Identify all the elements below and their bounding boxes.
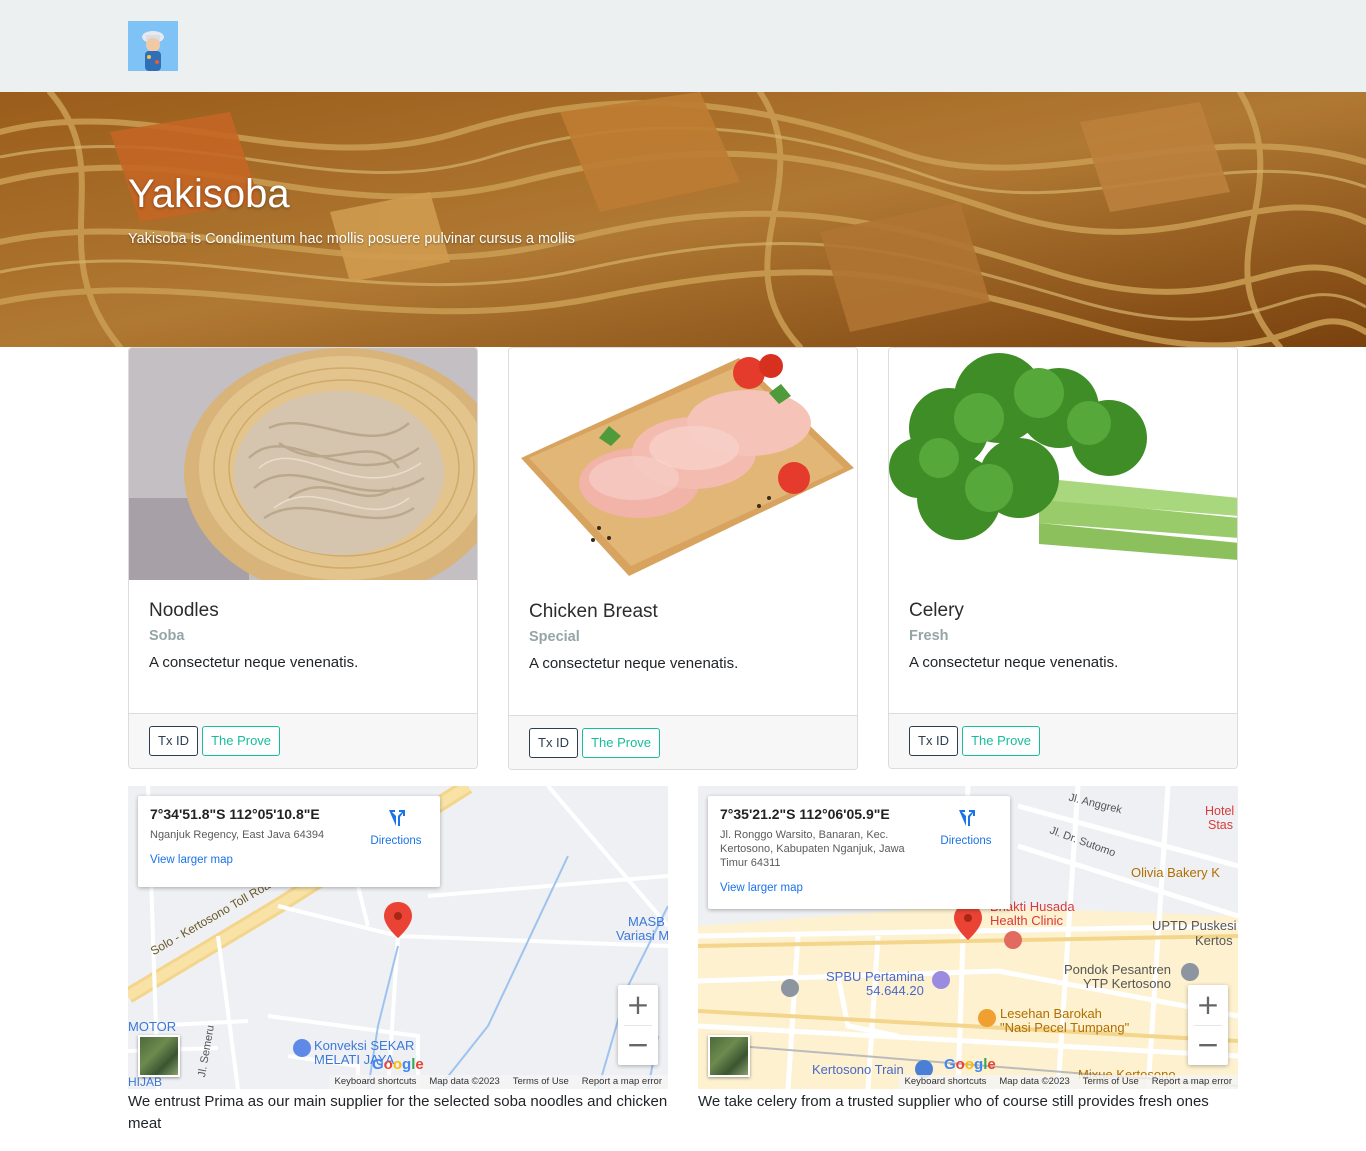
directions-label: Directions bbox=[370, 835, 422, 847]
map-poi-label: Pondok Pesantren bbox=[1064, 962, 1171, 977]
map-poi-label: Kertos bbox=[1195, 933, 1233, 948]
satellite-toggle[interactable] bbox=[708, 1035, 750, 1077]
map-poi-label: Variasi M bbox=[616, 928, 668, 943]
tx-id-button[interactable]: Tx ID bbox=[529, 728, 579, 758]
hero-subtitle: Yakisoba is Condimentum hac mollis posue… bbox=[128, 231, 576, 247]
card-body: Celery Fresh A consectetur neque venenat… bbox=[889, 580, 1237, 713]
map-data-label: Map data ©2023 bbox=[429, 1076, 500, 1087]
map-poi-label: YTP Kertosono bbox=[1083, 976, 1171, 991]
map-attribution-bar: Keyboard shortcuts Map data ©2023 Terms … bbox=[898, 1075, 1238, 1089]
map-poi-label: HIJAB bbox=[128, 1075, 163, 1089]
map-info-card: 7°34'51.8"S 112°05'10.8"E Nganjuk Regenc… bbox=[138, 796, 440, 887]
card-subtitle: Special bbox=[529, 629, 580, 645]
zoom-control: + − bbox=[618, 985, 658, 1065]
card-footer: Tx ID The Prove bbox=[129, 713, 477, 768]
map-caption-1: We entrust Prima as our main supplier fo… bbox=[128, 1093, 668, 1132]
map-embed-1[interactable]: Solo - Kertosono Toll Road MASB Variasi … bbox=[128, 786, 668, 1089]
ingredient-card-noodles: Noodles Soba A consectetur neque venenat… bbox=[128, 347, 478, 769]
card-text: A consectetur neque venenatis. bbox=[149, 654, 359, 671]
map-poi-label: Olivia Bakery K bbox=[1131, 865, 1220, 880]
map-poi-label: "Nasi Pecel Tumpang" bbox=[1000, 1020, 1130, 1035]
map-embed-2[interactable]: Jl. Anggrek Jl. Dr. Sutomo Hotel Stas Ol… bbox=[698, 786, 1238, 1089]
map-poi-label: Konveksi SEKAR bbox=[314, 1038, 415, 1053]
view-larger-map-link[interactable]: View larger map bbox=[720, 882, 998, 894]
map-poi-label: Health Clinic bbox=[990, 913, 1063, 928]
chicken-breast-image bbox=[509, 348, 857, 581]
card-subtitle: Fresh bbox=[909, 628, 949, 644]
the-prove-button[interactable]: The Prove bbox=[582, 728, 661, 758]
brand-avatar[interactable] bbox=[128, 21, 178, 71]
directions-label: Directions bbox=[940, 835, 992, 847]
hero-food-image bbox=[0, 92, 1366, 347]
tx-id-button[interactable]: Tx ID bbox=[149, 726, 199, 756]
map-info-card: 7°35'21.2"S 112°06'05.9"E Jl. Ronggo War… bbox=[708, 796, 1010, 909]
report-error-link[interactable]: Report a map error bbox=[1152, 1076, 1232, 1088]
satellite-toggle[interactable] bbox=[138, 1035, 180, 1077]
card-text: A consectetur neque venenatis. bbox=[529, 655, 739, 672]
celery-image bbox=[889, 348, 1237, 580]
navbar bbox=[0, 0, 1366, 92]
card-title: Noodles bbox=[149, 600, 219, 621]
noodles-image bbox=[129, 348, 477, 580]
map-poi-label: Kertosono Train bbox=[812, 1062, 904, 1077]
map-poi-label: Lesehan Barokah bbox=[1000, 1006, 1102, 1021]
map-poi-label: MASB bbox=[628, 914, 665, 929]
ingredient-card-chicken-breast: Chicken Breast Special A consectetur neq… bbox=[508, 347, 858, 770]
map-poi-label: SPBU Pertamina bbox=[826, 969, 925, 984]
directions-icon bbox=[959, 810, 975, 826]
google-logo: Google bbox=[944, 1056, 996, 1073]
terms-link[interactable]: Terms of Use bbox=[513, 1076, 569, 1088]
google-logo: Google bbox=[372, 1056, 424, 1073]
keyboard-shortcuts-link[interactable]: Keyboard shortcuts bbox=[905, 1076, 987, 1088]
card-title: Chicken Breast bbox=[529, 601, 658, 622]
card-footer: Tx ID The Prove bbox=[889, 713, 1237, 768]
card-subtitle: Soba bbox=[149, 628, 185, 644]
map-data-label: Map data ©2023 bbox=[999, 1076, 1070, 1087]
zoom-out-button[interactable]: − bbox=[618, 1025, 658, 1065]
map-address: Jl. Ronggo Warsito, Banaran, Kec. Kertos… bbox=[720, 829, 905, 869]
hero-banner: Yakisoba Yakisoba is Condimentum hac mol… bbox=[0, 92, 1366, 347]
map-attribution-bar: Keyboard shortcuts Map data ©2023 Terms … bbox=[328, 1075, 668, 1089]
the-prove-button[interactable]: The Prove bbox=[962, 726, 1041, 756]
directions-button[interactable]: Directions bbox=[366, 806, 426, 847]
card-footer: Tx ID The Prove bbox=[509, 715, 857, 769]
terms-link[interactable]: Terms of Use bbox=[1083, 1076, 1139, 1088]
keyboard-shortcuts-link[interactable]: Keyboard shortcuts bbox=[335, 1076, 417, 1088]
map-poi-label: Stas bbox=[1208, 818, 1234, 832]
tx-id-button[interactable]: Tx ID bbox=[909, 726, 959, 756]
card-body: Chicken Breast Special A consectetur neq… bbox=[509, 581, 857, 715]
zoom-in-button[interactable]: + bbox=[1188, 985, 1228, 1025]
the-prove-button[interactable]: The Prove bbox=[202, 726, 281, 756]
map-poi-label: MOTOR bbox=[128, 1019, 177, 1034]
card-text: A consectetur neque venenatis. bbox=[909, 654, 1119, 671]
zoom-control: + − bbox=[1188, 985, 1228, 1065]
zoom-in-button[interactable]: + bbox=[618, 985, 658, 1025]
ingredient-card-celery: Celery Fresh A consectetur neque venenat… bbox=[888, 347, 1238, 769]
card-title: Celery bbox=[909, 600, 964, 621]
directions-icon bbox=[389, 810, 405, 826]
directions-button[interactable]: Directions bbox=[936, 806, 996, 847]
view-larger-map-link[interactable]: View larger map bbox=[150, 854, 428, 866]
card-body: Noodles Soba A consectetur neque venenat… bbox=[129, 580, 477, 713]
map-poi-label: 54.644.20 bbox=[866, 983, 924, 998]
map-poi-label: UPTD Puskesi bbox=[1152, 918, 1237, 933]
zoom-out-button[interactable]: − bbox=[1188, 1025, 1228, 1065]
map-caption-2: We take celery from a trusted supplier w… bbox=[698, 1093, 1209, 1110]
report-error-link[interactable]: Report a map error bbox=[582, 1076, 662, 1088]
hero-title: Yakisoba bbox=[128, 172, 290, 216]
map-poi-label: Hotel bbox=[1205, 804, 1235, 818]
